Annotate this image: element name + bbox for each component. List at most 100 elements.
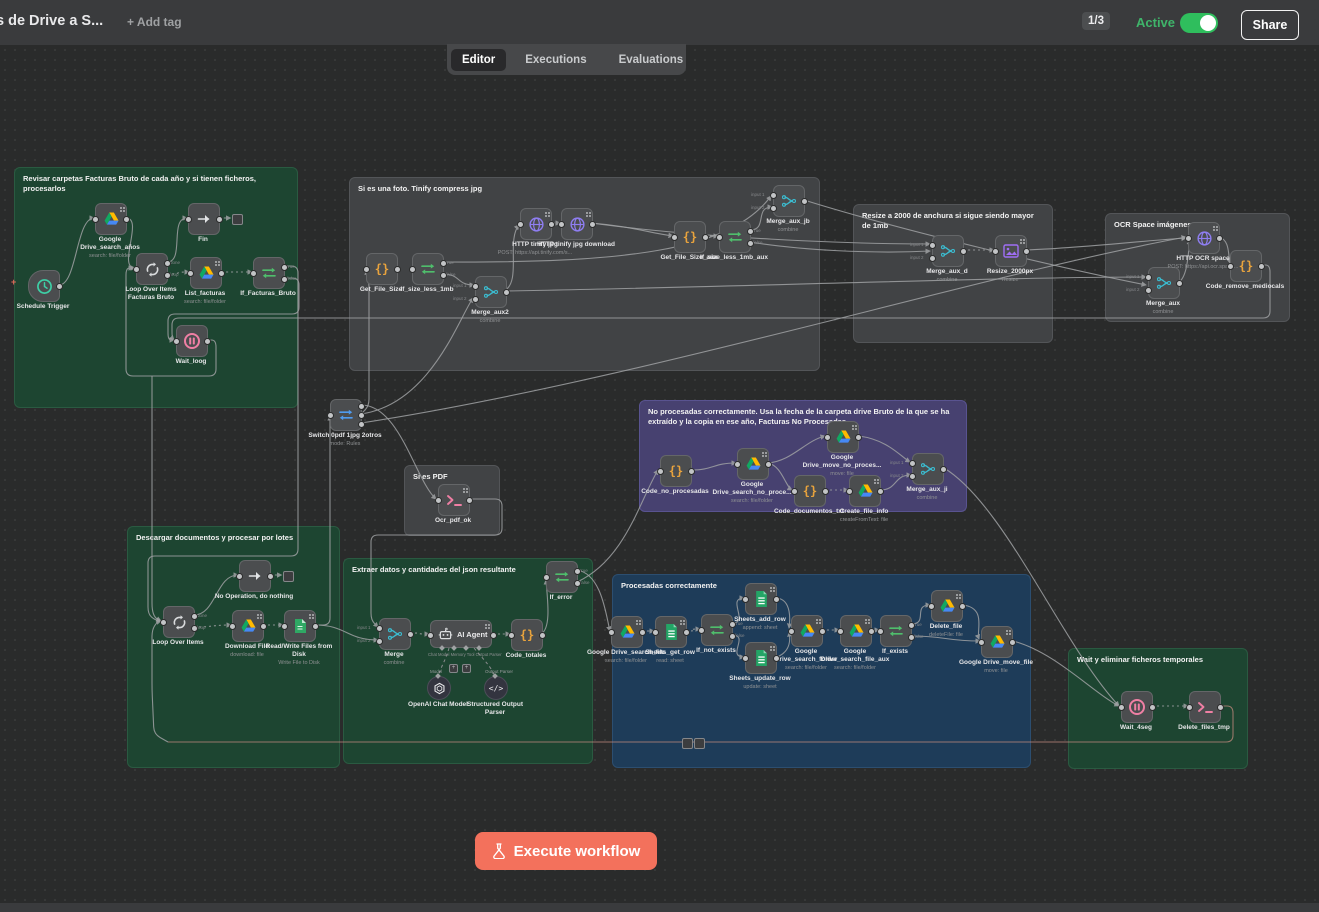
output-port[interactable] [868, 628, 875, 635]
node-term2[interactable] [283, 571, 294, 582]
input-port[interactable] [1118, 704, 1125, 711]
input-port[interactable] [909, 473, 916, 480]
tab-executions[interactable]: Executions [514, 49, 597, 71]
input-port[interactable] [770, 192, 777, 199]
output-port[interactable] [440, 272, 447, 279]
output-port[interactable] [191, 613, 198, 620]
output-port[interactable] [877, 488, 884, 495]
input-port[interactable] [409, 266, 416, 273]
input-port[interactable] [281, 623, 288, 630]
input-port[interactable] [229, 623, 236, 630]
input-port[interactable] [657, 468, 664, 475]
input-port[interactable] [992, 248, 999, 255]
output-port[interactable] [773, 655, 780, 662]
output-port[interactable] [539, 632, 546, 639]
input-port[interactable] [472, 283, 479, 290]
input-port[interactable] [508, 632, 515, 639]
output-port[interactable] [440, 260, 447, 267]
input-port[interactable] [824, 434, 831, 441]
output-port[interactable] [683, 629, 690, 636]
output-port[interactable] [407, 631, 414, 638]
output-port[interactable] [191, 625, 198, 632]
output-port[interactable] [801, 198, 808, 205]
output-port[interactable] [1176, 280, 1183, 287]
execute-workflow-button[interactable]: Execute workflow [475, 832, 657, 870]
node-agent[interactable]: AI Agent [430, 620, 492, 648]
input-port[interactable] [472, 296, 479, 303]
input-port[interactable] [788, 628, 795, 635]
output-port[interactable] [281, 264, 288, 271]
output-port[interactable] [855, 434, 862, 441]
input-port[interactable] [236, 573, 243, 580]
input-port[interactable] [435, 497, 442, 504]
input-port[interactable] [742, 596, 749, 603]
output-port[interactable] [216, 216, 223, 223]
node-term1[interactable] [232, 214, 243, 225]
output-port[interactable] [358, 421, 365, 428]
output-port[interactable] [1216, 235, 1223, 242]
input-port[interactable] [608, 629, 615, 636]
output-port[interactable] [358, 412, 365, 419]
connection-action-square[interactable] [694, 738, 705, 749]
input-port[interactable] [327, 412, 334, 419]
add-subnode-button[interactable]: + [462, 664, 471, 673]
output-port[interactable] [1217, 704, 1224, 711]
node-parser[interactable]: </> [484, 676, 508, 700]
output-port[interactable] [574, 580, 581, 587]
input-port[interactable] [363, 266, 370, 273]
output-port[interactable] [589, 221, 596, 228]
output-port[interactable] [548, 221, 555, 228]
output-port[interactable] [747, 228, 754, 235]
output-port[interactable] [959, 603, 966, 610]
output-port[interactable] [218, 270, 225, 277]
connection[interactable] [148, 266, 298, 621]
input-port[interactable] [791, 488, 798, 495]
workflow-title[interactable]: s de Drive a S... [0, 13, 103, 29]
input-port[interactable] [92, 216, 99, 223]
output-port[interactable] [908, 622, 915, 629]
input-port[interactable] [837, 628, 844, 635]
tab-evaluations[interactable]: Evaluations [608, 49, 695, 71]
output-port[interactable] [1023, 248, 1030, 255]
connection[interactable] [168, 706, 1233, 742]
add-tag-button[interactable]: + Add tag [127, 15, 182, 29]
input-port[interactable] [250, 270, 257, 277]
input-port[interactable] [909, 460, 916, 467]
output-port[interactable] [639, 629, 646, 636]
output-port[interactable] [281, 276, 288, 283]
input-port[interactable] [671, 234, 678, 241]
connection[interactable] [361, 405, 436, 499]
input-port[interactable] [929, 255, 936, 262]
input-port[interactable] [929, 242, 936, 249]
input-port[interactable] [716, 234, 723, 241]
node-openai[interactable] [427, 676, 451, 700]
output-port[interactable] [1149, 704, 1156, 711]
input-port[interactable] [770, 205, 777, 212]
input-port[interactable] [1145, 274, 1152, 281]
input-port[interactable] [978, 639, 985, 646]
output-port[interactable] [822, 488, 829, 495]
connection[interactable] [577, 470, 658, 582]
input-port[interactable] [558, 221, 565, 228]
output-port[interactable] [819, 628, 826, 635]
input-port[interactable] [160, 619, 167, 626]
input-port[interactable] [698, 627, 705, 634]
input-port[interactable] [1227, 263, 1234, 270]
connection[interactable] [361, 237, 1186, 423]
connection[interactable] [1026, 238, 1186, 250]
output-port[interactable] [960, 248, 967, 255]
input-port[interactable] [376, 638, 383, 645]
input-port[interactable] [427, 632, 434, 639]
input-port[interactable] [543, 574, 550, 581]
input-port[interactable] [187, 270, 194, 277]
output-port[interactable] [688, 468, 695, 475]
input-port[interactable] [928, 603, 935, 610]
add-subnode-button[interactable]: + [449, 664, 458, 673]
output-port[interactable] [773, 596, 780, 603]
output-port[interactable] [466, 497, 473, 504]
active-toggle[interactable] [1180, 13, 1218, 33]
input-port[interactable] [517, 221, 524, 228]
tab-editor[interactable]: Editor [451, 49, 506, 71]
input-port[interactable] [846, 488, 853, 495]
node-if_fb[interactable] [253, 257, 285, 289]
